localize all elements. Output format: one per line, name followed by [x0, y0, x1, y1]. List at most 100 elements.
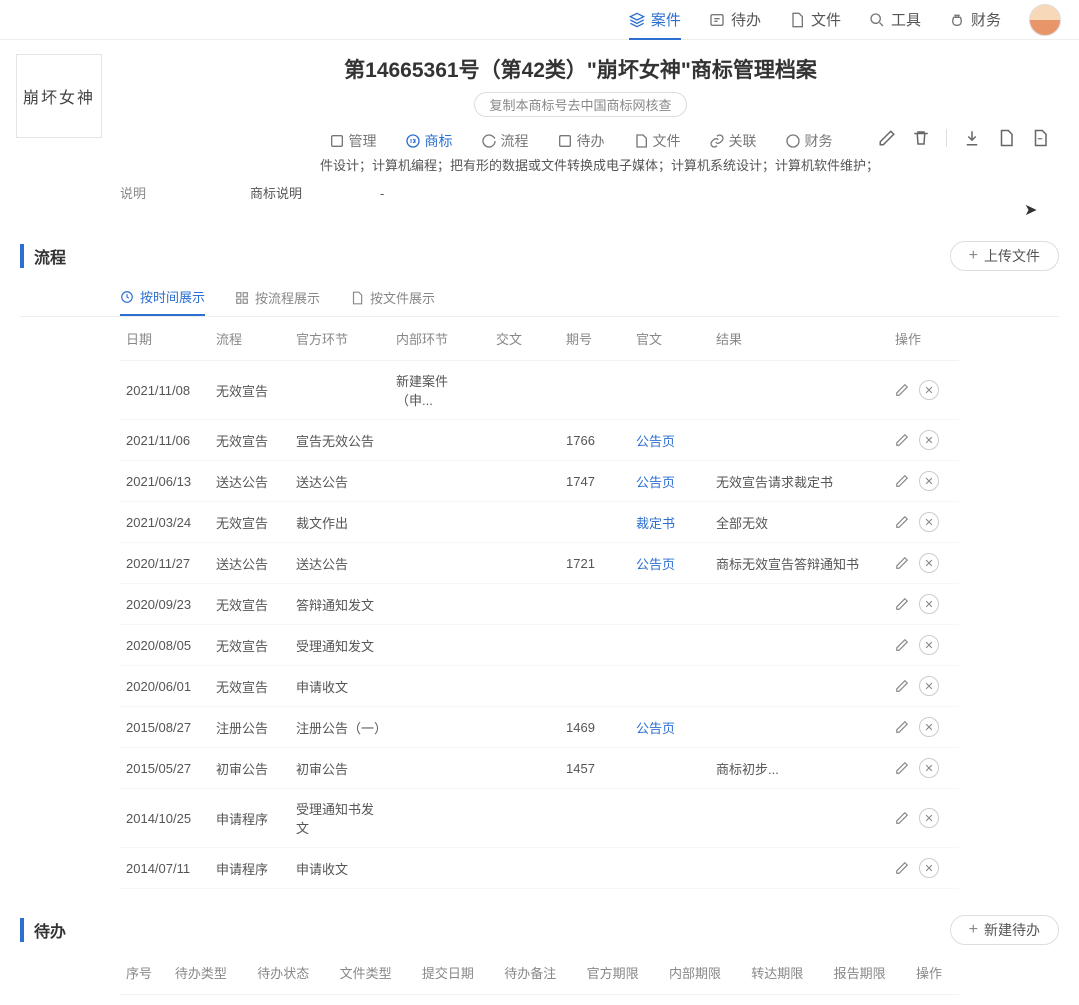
doc-link[interactable]: 公告页 [636, 434, 675, 449]
row-edit-icon[interactable] [895, 861, 909, 875]
tcol-no: 序号 [120, 951, 169, 995]
table-row: 2020/09/23 无效宣告 答辩通知发文 ✕ [120, 584, 959, 625]
trash-icon[interactable] [912, 129, 930, 147]
upload-file-button[interactable]: +上传文件 [950, 241, 1059, 271]
tcol-type: 待办类型 [169, 951, 251, 995]
table-row: 2020/06/01 无效宣告 申请收文 ✕ [120, 666, 959, 707]
row-delete-icon[interactable]: ✕ [919, 471, 939, 491]
todo-section: 待办 +新建待办 序号 待办类型 待办状态 文件类型 提交日期 待办备注 官方期… [0, 899, 1079, 1005]
info-block: 件设计；计算机编程；把有形的数据或文件转换成电子媒体；计算机系统设计；计算机软件… [0, 151, 1079, 225]
row-delete-icon[interactable]: ✕ [919, 512, 939, 532]
col-issue: 期号 [560, 317, 630, 361]
doc-icon[interactable] [997, 129, 1015, 147]
edit-icon[interactable] [878, 129, 896, 147]
table-row: 2021/11/06 无效宣告 宣告无效公告 1766 公告页 ✕ [120, 420, 959, 461]
doc-link[interactable]: 公告页 [636, 721, 675, 736]
nav-finance-label: 财务 [971, 9, 1001, 30]
moneybag-icon [949, 12, 965, 28]
avatar[interactable] [1029, 4, 1061, 36]
tcol-innerdue: 内部期限 [663, 951, 745, 995]
page-title: 第14665361号（第42类）"崩坏女神"商标管理档案 [122, 54, 1039, 84]
refresh-icon [481, 133, 497, 149]
link-icon [709, 133, 725, 149]
tab-files[interactable]: 文件 [633, 131, 681, 151]
layers-icon [629, 12, 645, 28]
tab-todo[interactable]: 待办 [557, 131, 605, 151]
pdf-icon[interactable] [1031, 129, 1049, 147]
col-jw: 交文 [490, 317, 560, 361]
row-edit-icon[interactable] [895, 556, 909, 570]
desc-val: - [380, 183, 384, 205]
tab-trademark[interactable]: 商标 [405, 131, 453, 151]
row-edit-icon[interactable] [895, 474, 909, 488]
nav-cases[interactable]: 案件 [629, 9, 681, 30]
tab-flow[interactable]: 流程 [481, 131, 529, 151]
tcol-note: 待办备注 [498, 951, 580, 995]
table-row: 2014/07/11 申请程序 申请收文 ✕ [120, 848, 959, 889]
doc-link[interactable]: 公告页 [636, 557, 675, 572]
row-delete-icon[interactable]: ✕ [919, 380, 939, 400]
files-icon [633, 133, 649, 149]
desc-mid: 商标说明 [250, 183, 380, 205]
row-edit-icon[interactable] [895, 515, 909, 529]
case-header: 崩坏女神 第14665361号（第42类）"崩坏女神"商标管理档案 复制本商标号… [0, 40, 1079, 151]
tab-manage[interactable]: 管理 [329, 131, 377, 151]
table-row: 2020/11/27 送达公告 送达公告 1721 公告页 商标无效宣告答辩通知… [120, 543, 959, 584]
nav-cases-label: 案件 [651, 9, 681, 30]
row-delete-icon[interactable]: ✕ [919, 808, 939, 828]
row-delete-icon[interactable]: ✕ [919, 430, 939, 450]
subtab-bytime[interactable]: 按时间展示 [120, 287, 205, 316]
table-row: 2020/08/05 无效宣告 受理通知发文 ✕ [120, 625, 959, 666]
col-result: 结果 [710, 317, 889, 361]
finance-icon [785, 133, 801, 149]
page-icon [350, 291, 364, 305]
row-delete-icon[interactable]: ✕ [919, 594, 939, 614]
row-delete-icon[interactable]: ✕ [919, 717, 939, 737]
flow-title: 流程 [20, 244, 66, 268]
nav-files-label: 文件 [811, 9, 841, 30]
row-edit-icon[interactable] [895, 638, 909, 652]
subtab-byfile[interactable]: 按文件展示 [350, 287, 435, 316]
download-icon[interactable] [963, 129, 981, 147]
col-inner: 内部环节 [390, 317, 490, 361]
subtab-byflow[interactable]: 按流程展示 [235, 287, 320, 316]
col-flow: 流程 [210, 317, 290, 361]
tab-finance[interactable]: 财务 [785, 131, 833, 151]
row-edit-icon[interactable] [895, 597, 909, 611]
trademark-logo: 崩坏女神 [16, 54, 102, 138]
row-delete-icon[interactable]: ✕ [919, 858, 939, 878]
flow-table: 日期 流程 官方环节 内部环节 交文 期号 官文 结果 操作 2021/11/0… [120, 317, 959, 889]
copy-trademark-button[interactable]: 复制本商标号去中国商标网核查 [474, 92, 686, 117]
row-delete-icon[interactable]: ✕ [919, 553, 939, 573]
new-todo-button[interactable]: +新建待办 [950, 915, 1059, 945]
row-edit-icon[interactable] [895, 383, 909, 397]
nav-files[interactable]: 文件 [789, 9, 841, 30]
tcol-status: 待办状态 [251, 951, 333, 995]
doc-link[interactable]: 公告页 [636, 475, 675, 490]
doc-link[interactable]: 裁定书 [636, 516, 675, 531]
row-edit-icon[interactable] [895, 433, 909, 447]
nav-todo[interactable]: 待办 [709, 9, 761, 30]
nav-finance[interactable]: 财务 [949, 9, 1001, 30]
row-edit-icon[interactable] [895, 811, 909, 825]
row-edit-icon[interactable] [895, 761, 909, 775]
nav-tools-label: 工具 [891, 9, 921, 30]
grid-icon [235, 291, 249, 305]
col-op: 操作 [889, 317, 959, 361]
todo-title: 待办 [20, 918, 66, 942]
table-row: 2021/06/13 送达公告 送达公告 1747 公告页 无效宣告请求裁定书 … [120, 461, 959, 502]
table-row: 2021/03/24 无效宣告 裁文作出 裁定书 全部无效 ✕ [120, 502, 959, 543]
row-delete-icon[interactable]: ✕ [919, 758, 939, 778]
row-edit-icon[interactable] [895, 720, 909, 734]
row-delete-icon[interactable]: ✕ [919, 676, 939, 696]
tab-related[interactable]: 关联 [709, 131, 757, 151]
nav-todo-label: 待办 [731, 9, 761, 30]
row-edit-icon[interactable] [895, 679, 909, 693]
todo-icon [557, 133, 573, 149]
tcol-op: 操作 [910, 951, 959, 995]
nav-tools[interactable]: 工具 [869, 9, 921, 30]
search-icon [869, 12, 885, 28]
row-delete-icon[interactable]: ✕ [919, 635, 939, 655]
col-doc: 官文 [630, 317, 710, 361]
manage-icon [329, 133, 345, 149]
